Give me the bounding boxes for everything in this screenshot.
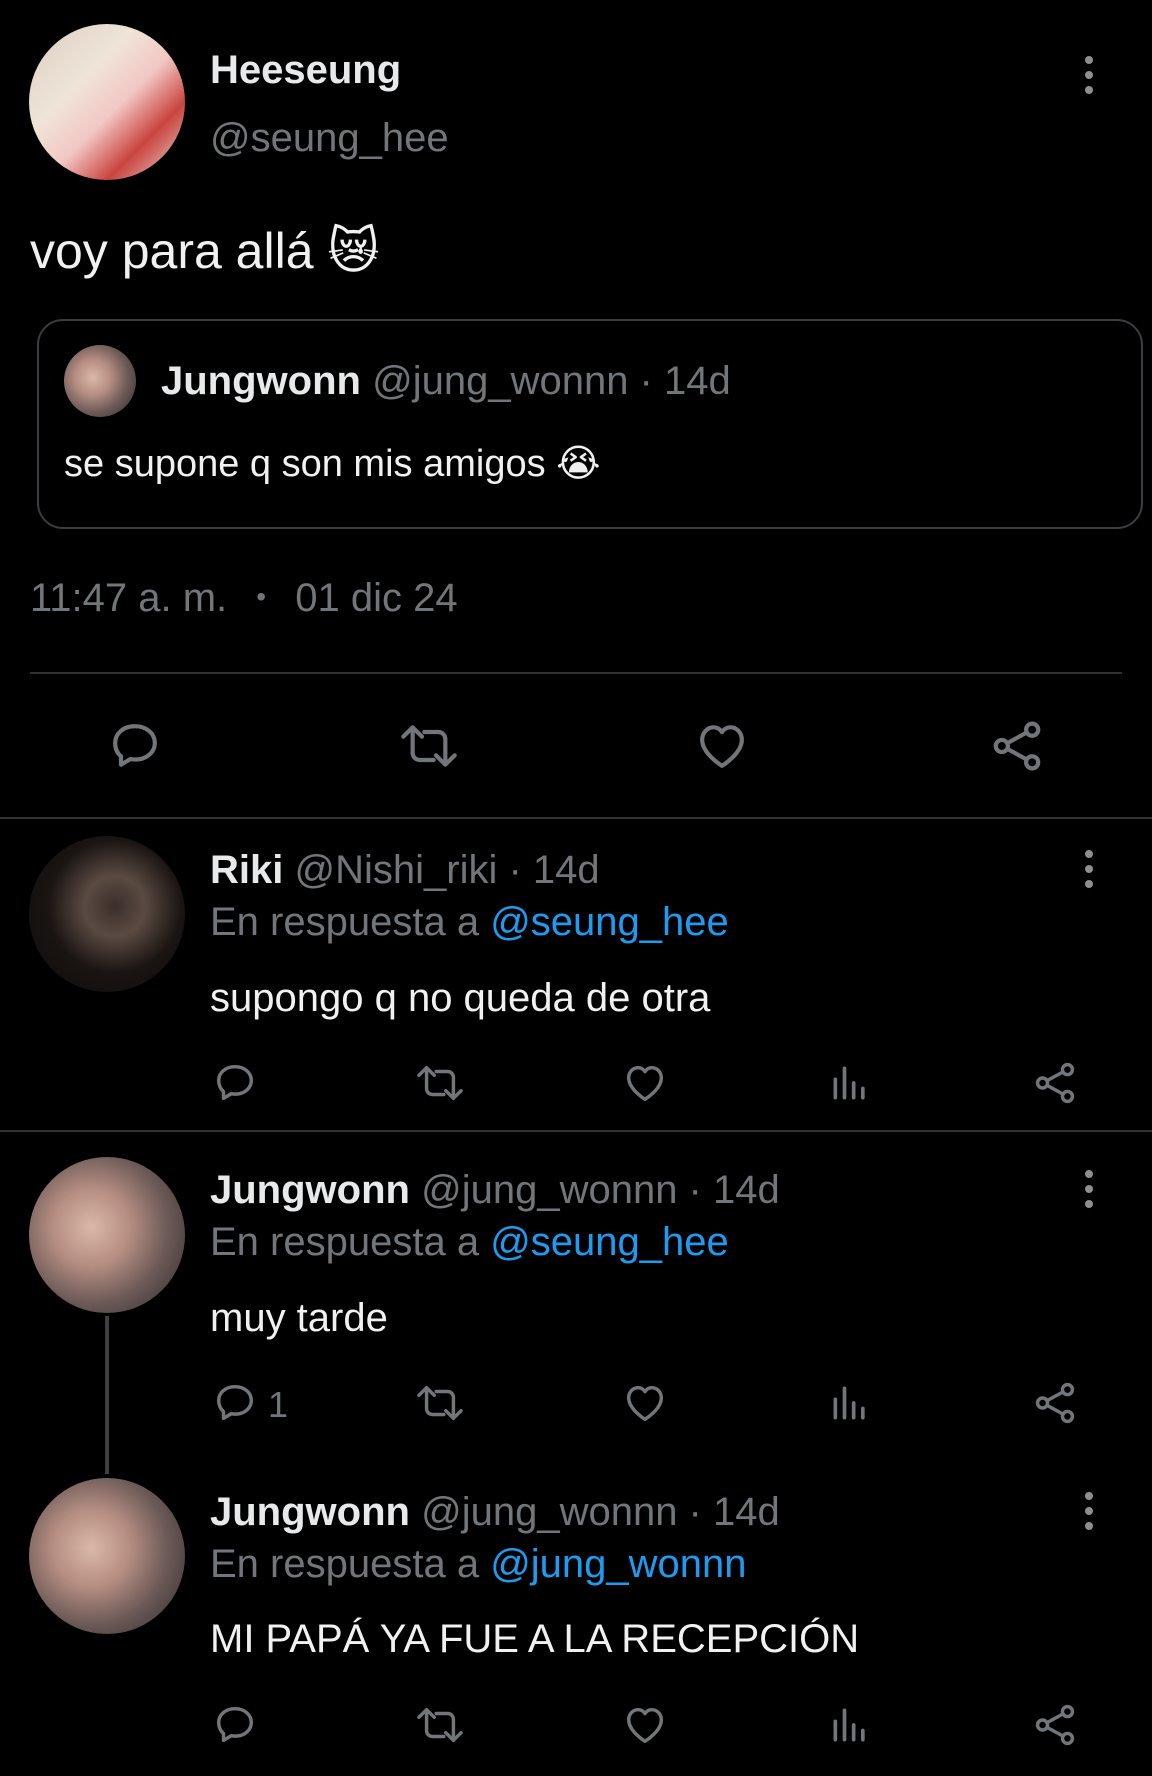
quoted-meta: @jung_wonnn · 14d (372, 359, 731, 403)
reply-count: 1 (268, 1384, 289, 1425)
retweet-icon[interactable] (396, 718, 462, 774)
thread-line (105, 1316, 109, 1474)
views-icon[interactable] (828, 1380, 872, 1426)
quoted-tweet-card[interactable]: Jungwonn @jung_wonnn · 14d se supone q s… (37, 319, 1143, 529)
more-options-icon[interactable] (1084, 1492, 1094, 1530)
quoted-text: se supone q son mis amigos 😭 (64, 443, 601, 485)
reply-to-label: En respuesta a (210, 900, 480, 944)
retweet-icon[interactable] (413, 1380, 467, 1426)
reply-text: muy tarde (210, 1296, 388, 1340)
quoted-avatar (64, 345, 136, 417)
more-options-icon[interactable] (1084, 56, 1094, 94)
retweet-icon[interactable] (413, 1060, 467, 1106)
reply-meta: @Nishi_riki · 14d (294, 848, 600, 892)
like-icon[interactable] (622, 1702, 668, 1748)
like-icon[interactable] (622, 1060, 668, 1106)
reply-author-name[interactable]: Jungwonn (210, 1168, 410, 1212)
like-icon[interactable] (622, 1380, 668, 1426)
divider (0, 1130, 1152, 1132)
share-icon[interactable] (1032, 1060, 1078, 1106)
more-options-icon[interactable] (1084, 1170, 1094, 1208)
reply-actions (210, 1060, 1090, 1110)
retweet-icon[interactable] (413, 1702, 467, 1748)
divider (30, 672, 1122, 674)
views-icon[interactable] (828, 1060, 872, 1106)
reply-author-name[interactable]: Jungwonn (210, 1490, 410, 1534)
author-handle[interactable]: @seung_hee (210, 116, 449, 161)
reply-icon[interactable] (212, 1380, 258, 1426)
tweet-time: 11:47 a. m. (30, 576, 228, 620)
author-name[interactable]: Heeseung (210, 48, 401, 93)
reply-actions: 1 (210, 1380, 1090, 1430)
reply-actions (210, 1702, 1090, 1752)
views-icon[interactable] (828, 1702, 872, 1748)
reply-meta: @jung_wonnn · 14d (421, 1490, 780, 1534)
reply-icon[interactable] (106, 718, 164, 774)
separator-dot: • (256, 581, 267, 612)
reply-to-handle[interactable]: @seung_hee (490, 900, 729, 944)
avatar-riki[interactable] (29, 836, 185, 992)
reply-to-handle[interactable]: @jung_wonnn (490, 1542, 746, 1586)
like-icon[interactable] (693, 718, 751, 774)
reply-text: MI PAPÁ YA FUE A LA RECEPCIÓN (210, 1617, 860, 1661)
reply-to-label: En respuesta a (210, 1220, 480, 1264)
reply-author-name[interactable]: Riki (210, 848, 283, 892)
share-icon[interactable] (1032, 1702, 1078, 1748)
avatar-jungwonn[interactable] (29, 1478, 185, 1634)
reply-to-label: En respuesta a (210, 1542, 480, 1586)
reply-icon[interactable] (212, 1702, 258, 1748)
reply-to-handle[interactable]: @seung_hee (490, 1220, 729, 1264)
quoted-author-name: Jungwonn (161, 359, 361, 403)
avatar-jungwonn[interactable] (29, 1157, 185, 1313)
share-icon[interactable] (1032, 1380, 1078, 1426)
reply-meta: @jung_wonnn · 14d (421, 1168, 780, 1212)
divider (0, 817, 1152, 819)
tweet-date: 01 dic 24 (295, 576, 458, 620)
reply-text: supongo q no queda de otra (210, 976, 711, 1020)
more-options-icon[interactable] (1084, 850, 1094, 888)
reply-icon[interactable] (212, 1060, 258, 1106)
tweet-text: voy para allá 😿 (30, 223, 380, 279)
avatar-heeseung[interactable] (29, 24, 185, 180)
share-icon[interactable] (988, 718, 1046, 774)
